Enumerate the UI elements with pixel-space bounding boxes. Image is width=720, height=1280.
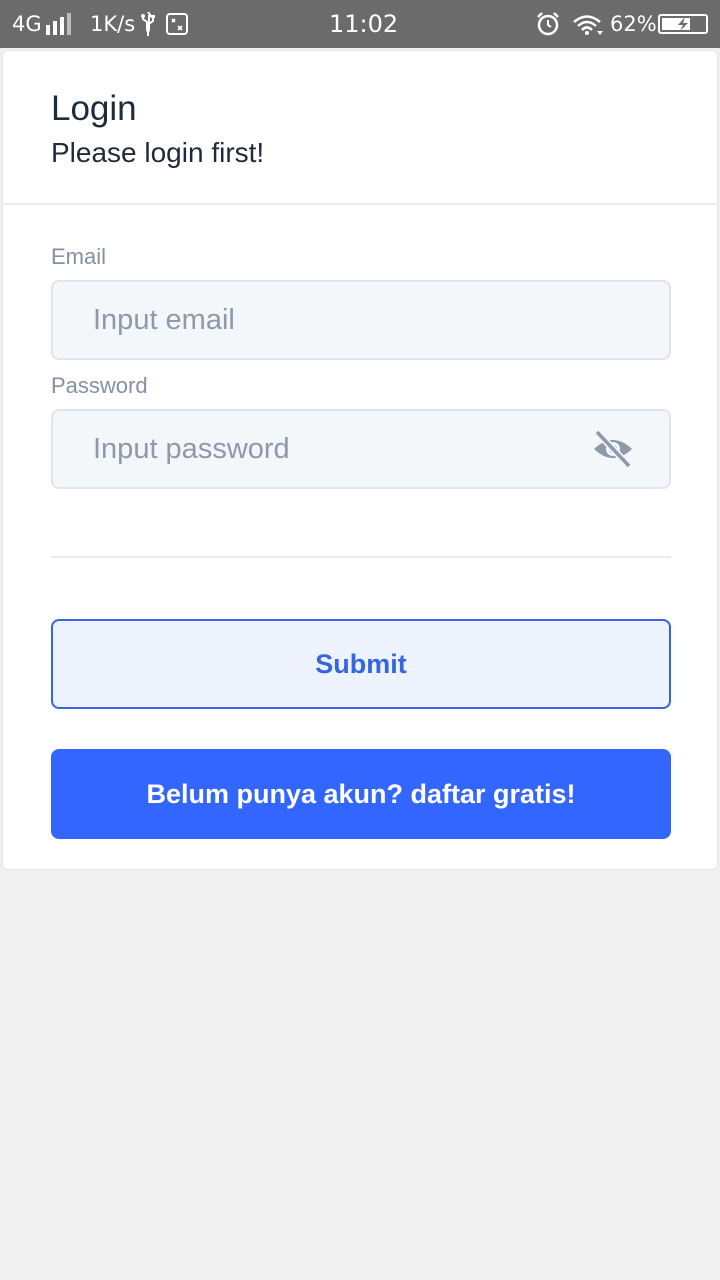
password-field[interactable]	[93, 411, 573, 487]
signal-icon	[46, 13, 71, 35]
page-subtitle: Please login first!	[51, 137, 265, 168]
login-card: Login Please login first! Email Password…	[2, 50, 718, 870]
email-label: Email	[51, 244, 107, 269]
email-field-container	[51, 280, 671, 360]
battery-level: 62%	[610, 12, 657, 36]
notification-icon	[166, 13, 188, 35]
submit-button[interactable]: Submit	[51, 619, 671, 709]
password-label: Password	[51, 373, 148, 398]
battery-icon	[658, 14, 708, 34]
form-divider	[51, 556, 671, 558]
eye-off-icon[interactable]	[591, 429, 635, 469]
network-speed: 1K/s	[90, 12, 136, 36]
usb-icon	[141, 12, 155, 36]
register-button[interactable]: Belum punya akun? daftar gratis!	[51, 749, 671, 839]
network-type: 4G	[12, 12, 42, 36]
password-field-container	[51, 409, 671, 489]
page-title: Login	[51, 89, 137, 128]
email-field[interactable]	[93, 282, 573, 358]
status-bar: 4G 1K/s 11:02 62%	[0, 0, 720, 48]
card-header: Login Please login first!	[3, 51, 717, 205]
clock: 11:02	[329, 10, 399, 38]
alarm-icon	[537, 12, 559, 36]
wifi-icon	[573, 15, 603, 35]
